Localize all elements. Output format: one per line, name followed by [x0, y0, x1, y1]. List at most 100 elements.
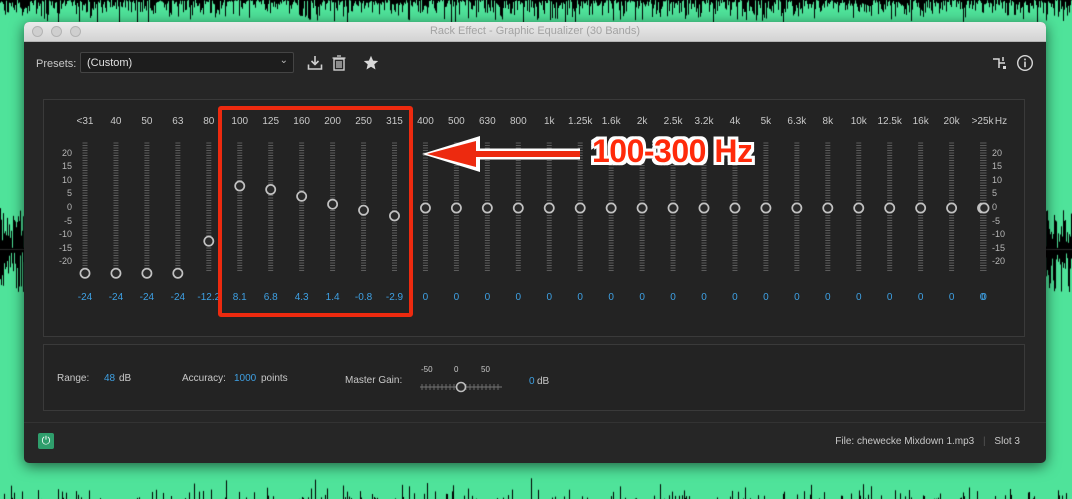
status-file-slot: File: chewecke Mixdown 1.mp3 | Slot 3: [835, 436, 1020, 447]
eq-band-gain-value[interactable]: -24: [68, 292, 102, 303]
range-unit: dB: [119, 373, 132, 384]
eq-band-frequency: 1.25k: [567, 116, 593, 127]
db-scale-right-label: -5: [992, 215, 1001, 226]
eq-band-frequency: 2k: [636, 116, 648, 127]
status-divider: |: [983, 436, 986, 447]
eq-band-gain-value[interactable]: -24: [99, 292, 133, 303]
eq-band-gain-value[interactable]: 0: [780, 292, 814, 303]
eq-band-gain-value[interactable]: 0: [935, 292, 969, 303]
eq-band-frequency: 6.3k: [787, 116, 807, 127]
db-scale-left-label: 0: [66, 202, 72, 212]
master-gain-unit: dB: [537, 376, 550, 387]
annotation-label: 100-300 Hz: [592, 133, 753, 169]
annotation-arrow-icon: [422, 136, 580, 172]
master-gain-label: Master Gain:: [345, 375, 403, 386]
eq-band-frequency: 1.6k: [601, 116, 621, 127]
accuracy-value[interactable]: 1000: [234, 373, 256, 384]
db-scale-right-label: -15: [992, 242, 1006, 253]
eq-band-frequency: 3.2k: [694, 116, 714, 127]
eq-band-gain-value[interactable]: 0: [563, 292, 597, 303]
eq-band-frequency: 16k: [912, 116, 929, 127]
eq-band-gain-value[interactable]: 0: [811, 292, 845, 303]
window-title: Rack Effect - Graphic Equalizer (30 Band…: [429, 25, 641, 37]
save-preset-icon[interactable]: [306, 54, 324, 72]
db-scale-right-label: 0: [992, 202, 998, 212]
master-gain-knob[interactable]: [455, 381, 467, 393]
eq-band-frequency: 1k: [543, 116, 555, 127]
range-value[interactable]: 48: [104, 373, 115, 384]
status-file: File: chewecke Mixdown 1.mp3: [835, 436, 975, 447]
range-label: Range:: [57, 373, 90, 384]
delete-preset-icon[interactable]: [330, 54, 348, 72]
eq-band-frequency: 10k: [850, 116, 867, 127]
eq-band-gain-value[interactable]: -24: [161, 292, 195, 303]
db-scale-right-label: 20: [992, 147, 1003, 158]
eq-band-gain-value[interactable]: 0: [718, 292, 752, 303]
eq-band-gain-value[interactable]: -24: [130, 292, 164, 303]
master-gain-mid: 0: [454, 365, 459, 374]
db-scale-right-label: 5: [992, 188, 998, 199]
accuracy-label: Accuracy:: [182, 373, 226, 384]
eq-band-frequency: 50: [141, 116, 153, 127]
eq-band-frequency: 20k: [943, 116, 960, 127]
eq-band-gain-value[interactable]: 0: [408, 292, 442, 303]
eq-band-frequency: <31: [76, 116, 94, 127]
power-icon: ⏻: [41, 435, 51, 447]
master-gain-slider[interactable]: [416, 375, 506, 395]
eq-band-frequency: 63: [172, 116, 184, 127]
eq-band-gain-value[interactable]: 0: [532, 292, 566, 303]
master-gain-min: -50: [421, 365, 433, 374]
master-gain-value[interactable]: 0: [529, 376, 535, 387]
db-scale-right-label: -10: [992, 229, 1006, 240]
preset-toolbar: Presets: (Custom) ⌄: [24, 42, 1046, 84]
db-scale-left-label: -20: [58, 256, 72, 267]
db-scale-left-label: 20: [61, 147, 72, 158]
eq-band-frequency: 40: [110, 116, 122, 127]
settings-panel: Range: 48 dB Accuracy: 1000 points Maste…: [43, 344, 1025, 411]
eq-band-gain-value[interactable]: 0: [873, 292, 907, 303]
title-bar[interactable]: Rack Effect - Graphic Equalizer (30 Band…: [24, 22, 1046, 42]
eq-band-gain-value[interactable]: 0: [749, 292, 783, 303]
presets-dropdown[interactable]: (Custom) ⌄: [80, 52, 294, 73]
chevron-down-icon: ⌄: [279, 55, 288, 66]
eq-band-gain-value[interactable]: 0: [625, 292, 659, 303]
eq-band-gain-value[interactable]: 0: [470, 292, 504, 303]
presets-value: (Custom): [87, 57, 133, 69]
eq-band-gain-value[interactable]: 0: [842, 292, 876, 303]
accuracy-unit: points: [261, 373, 288, 384]
db-scale-right-label: 15: [992, 161, 1003, 172]
eq-band-frequency: 630: [479, 116, 496, 127]
eq-band-frequency: 12.5k: [877, 116, 902, 127]
eq-band-frequency: 500: [448, 116, 465, 127]
eq-band-frequency: 800: [509, 116, 527, 127]
eq-band-gain-value[interactable]: 0: [904, 292, 938, 303]
output-gain-value[interactable]: 0: [967, 292, 1001, 303]
presets-label: Presets:: [36, 58, 77, 70]
frequency-unit-label: Hz: [994, 116, 1008, 127]
db-scale-left-label: -5: [63, 215, 72, 226]
equalizer-window: Rack Effect - Graphic Equalizer (30 Band…: [24, 22, 1046, 463]
power-button[interactable]: ⏻: [38, 433, 54, 449]
routing-icon[interactable]: [990, 54, 1008, 72]
master-gain-max: 50: [481, 365, 490, 374]
db-scale-left-label: 5: [66, 188, 72, 199]
eq-band-gain-value[interactable]: 0: [594, 292, 628, 303]
db-scale-right-label: 10: [992, 174, 1003, 185]
eq-band-frequency: 2.5k: [663, 116, 683, 127]
highlight-box: [218, 106, 413, 317]
status-slot: Slot 3: [994, 436, 1020, 447]
eq-band-frequency: 8k: [822, 116, 834, 127]
status-bar: ⏻ File: chewecke Mixdown 1.mp3 | Slot 3: [24, 422, 1046, 463]
db-scale-right-label: -20: [992, 256, 1006, 267]
info-icon[interactable]: [1016, 54, 1034, 72]
eq-band-gain-value[interactable]: 0: [501, 292, 535, 303]
db-scale-left-label: 10: [61, 174, 72, 185]
eq-band-gain-value[interactable]: 0: [656, 292, 690, 303]
db-scale-left-label: -10: [58, 229, 72, 240]
eq-band-gain-value[interactable]: 0: [687, 292, 721, 303]
db-scale-left-label: -15: [58, 242, 72, 253]
eq-band-frequency: 400: [417, 116, 434, 127]
favorite-star-icon[interactable]: [362, 54, 380, 72]
eq-band-gain-value[interactable]: 0: [439, 292, 473, 303]
eq-band-frequency: 4k: [729, 116, 741, 127]
